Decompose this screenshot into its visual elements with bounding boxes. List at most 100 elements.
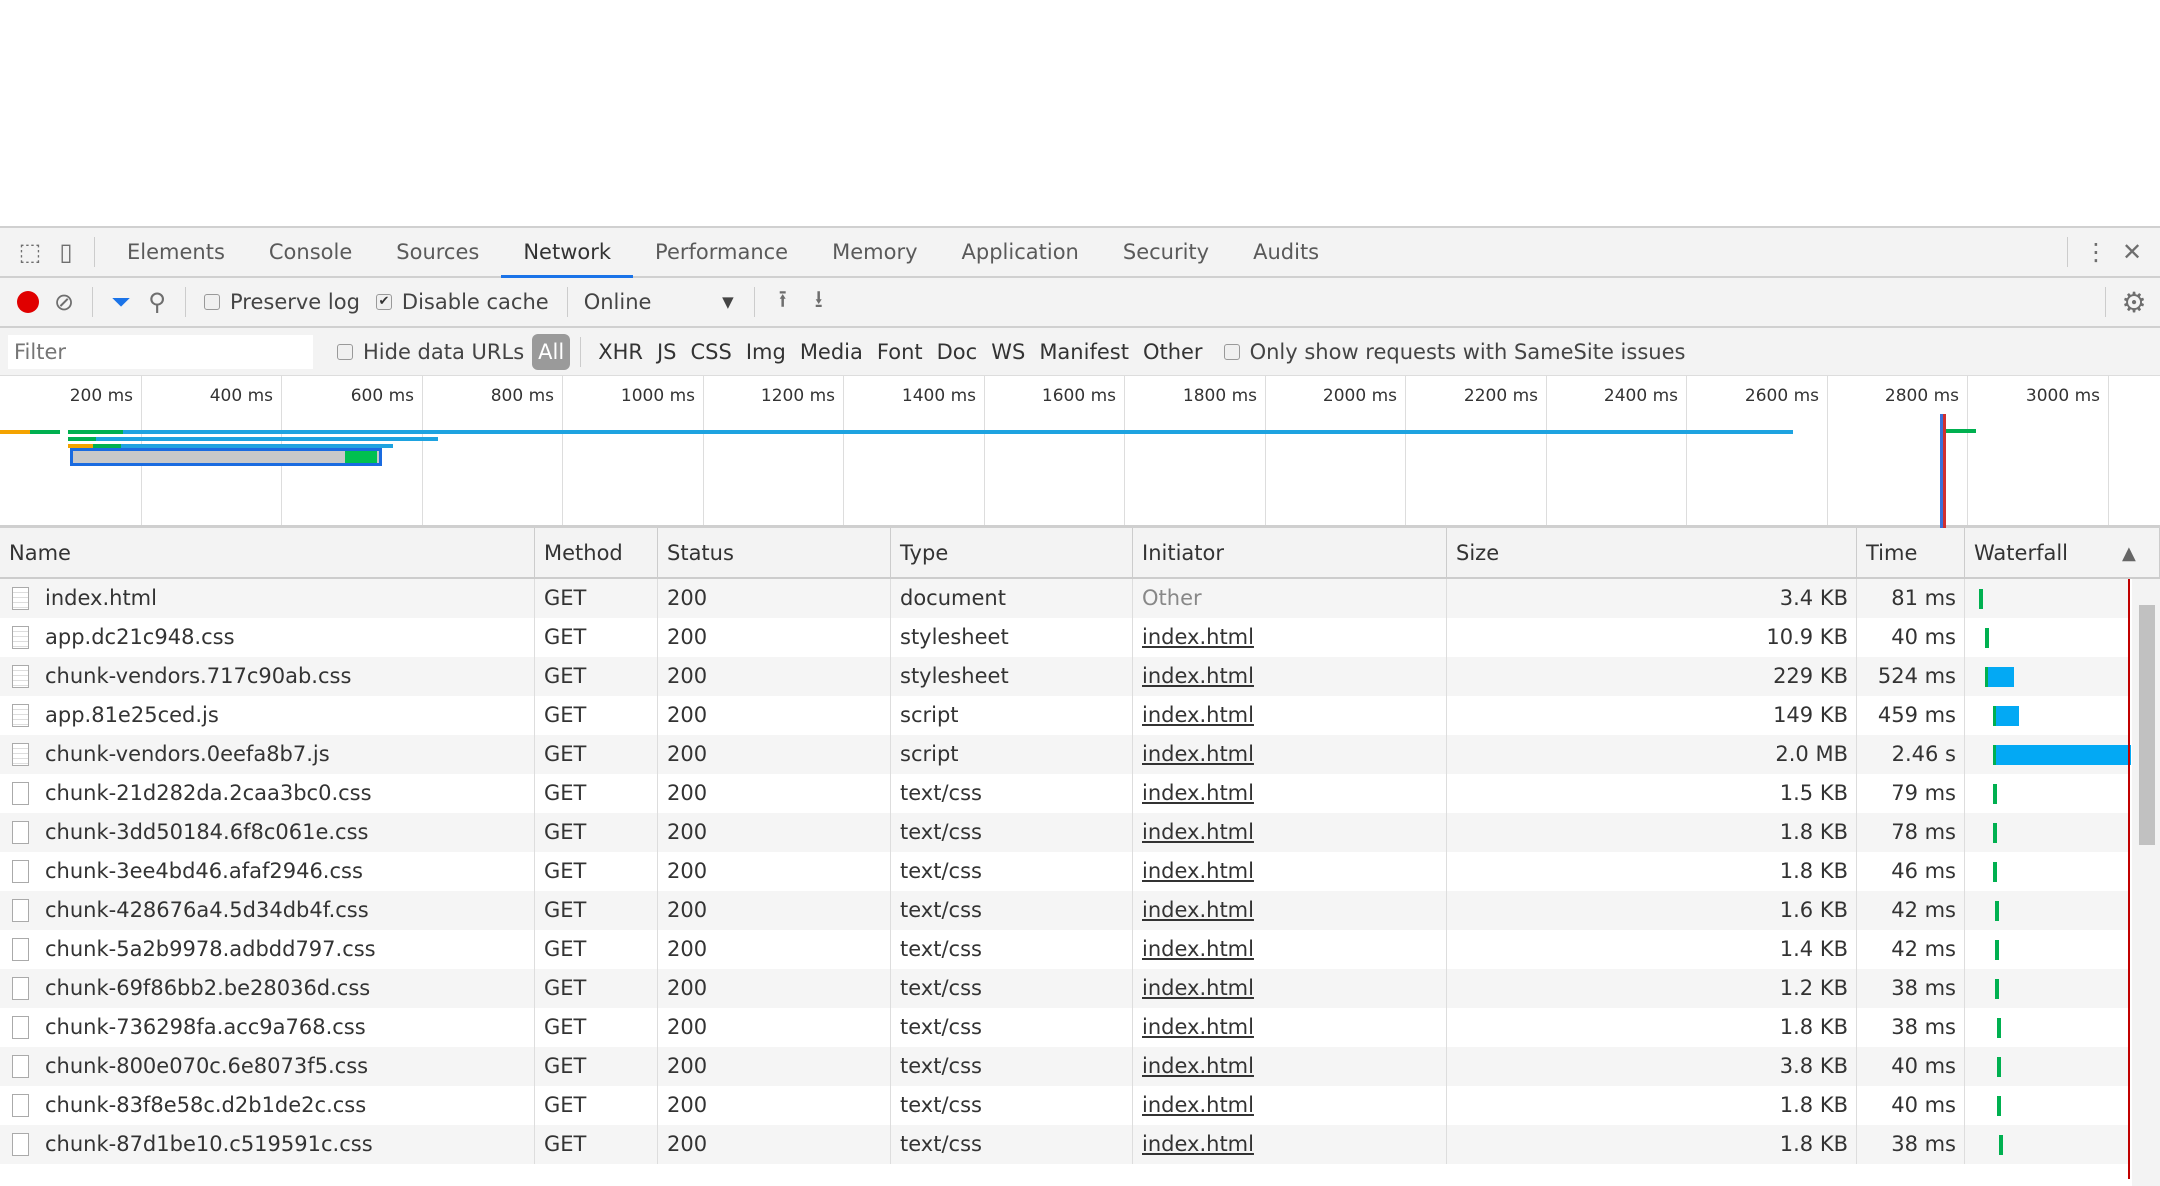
cell-initiator[interactable]: index.html bbox=[1133, 618, 1447, 657]
tab-console[interactable]: Console bbox=[247, 228, 374, 276]
initiator-text[interactable]: index.html bbox=[1142, 742, 1254, 766]
cell-initiator[interactable]: index.html bbox=[1133, 774, 1447, 813]
checkbox-box-checked[interactable]: ✔ bbox=[375, 294, 392, 310]
filter-type-manifest[interactable]: Manifest bbox=[1032, 340, 1136, 364]
clear-icon[interactable]: ⊘ bbox=[46, 284, 82, 320]
initiator-text[interactable]: index.html bbox=[1142, 1093, 1254, 1117]
filter-type-js[interactable]: JS bbox=[650, 340, 684, 364]
tab-elements[interactable]: Elements bbox=[105, 228, 247, 276]
table-row[interactable]: chunk-428676a4.5d34db4f.css GET 200 text/cs… bbox=[0, 891, 2130, 930]
table-row[interactable]: app.81e25ced.js GET 200 script index.html 149… bbox=[0, 696, 2130, 735]
cell-initiator[interactable]: index.html bbox=[1133, 735, 1447, 774]
sort-ascending-icon[interactable]: ▲ bbox=[2122, 528, 2136, 579]
initiator-text[interactable]: index.html bbox=[1142, 820, 1254, 844]
tab-application[interactable]: Application bbox=[940, 228, 1101, 276]
initiator-text[interactable]: index.html bbox=[1142, 703, 1254, 727]
time-text: 40 ms bbox=[1891, 625, 1956, 649]
import-har-icon[interactable]: ⭱ bbox=[765, 284, 801, 320]
initiator-text[interactable]: index.html bbox=[1142, 898, 1254, 922]
table-row[interactable]: chunk-vendors.0eefa8b7.js GET 200 script ind… bbox=[0, 735, 2131, 774]
initiator-text[interactable]: index.html bbox=[1142, 625, 1254, 649]
table-row[interactable]: chunk-21d282da.2caa3bc0.css GET 200 text/cs… bbox=[0, 774, 2130, 813]
search-icon[interactable]: ⚲ bbox=[139, 284, 175, 320]
device-toolbar-icon[interactable]: ▯ bbox=[48, 234, 84, 270]
table-row[interactable]: chunk-5a2b9978.adbdd797.css GET 200 text/cs… bbox=[0, 930, 2130, 969]
filter-type-img[interactable]: Img bbox=[739, 340, 793, 364]
checkbox-box[interactable] bbox=[1223, 343, 1240, 360]
tab-network[interactable]: Network bbox=[501, 228, 633, 278]
filter-type-xhr[interactable]: XHR bbox=[591, 340, 650, 364]
tab-security[interactable]: Security bbox=[1101, 228, 1231, 276]
filter-icon[interactable]: ⏷ bbox=[103, 284, 139, 320]
scrollbar-thumb[interactable] bbox=[2139, 605, 2155, 845]
close-icon[interactable]: ✕ bbox=[2114, 234, 2150, 270]
table-row[interactable]: app.dc21c948.css GET 200 stylesheet index.ht… bbox=[0, 618, 2130, 657]
cell-initiator[interactable]: index.html bbox=[1133, 1125, 1447, 1164]
initiator-text[interactable]: index.html bbox=[1142, 976, 1254, 1000]
column-header-status[interactable]: Status bbox=[658, 528, 891, 579]
preserve-log-checkbox[interactable]: Preserve log bbox=[204, 290, 360, 314]
table-row[interactable]: chunk-3dd50184.6f8c061e.css GET 200 text/cs… bbox=[0, 813, 2130, 852]
column-header-size[interactable]: Size bbox=[1447, 528, 1857, 579]
initiator-text[interactable]: index.html bbox=[1142, 937, 1254, 961]
initiator-text[interactable]: index.html bbox=[1142, 1015, 1254, 1039]
table-row[interactable]: chunk-800e070c.6e8073f5.css GET 200 text/cs… bbox=[0, 1047, 2130, 1086]
name-text: app.81e25ced.js bbox=[45, 703, 219, 727]
tab-memory[interactable]: Memory bbox=[810, 228, 939, 276]
column-header-name[interactable]: Name bbox=[0, 528, 535, 579]
table-row[interactable]: index.html GET 200 document Other 3.4 KB 81 ms bbox=[0, 579, 2130, 618]
filter-type-all[interactable]: All bbox=[532, 333, 571, 370]
filter-type-ws[interactable]: WS bbox=[984, 340, 1032, 364]
tab-sources[interactable]: Sources bbox=[374, 228, 501, 276]
column-header-initiator[interactable]: Initiator bbox=[1133, 528, 1447, 579]
export-har-icon[interactable]: ⭳ bbox=[801, 284, 837, 320]
table-row[interactable]: chunk-3ee4bd46.afaf2946.css GET 200 text/cs… bbox=[0, 852, 2130, 891]
table-row[interactable]: chunk-vendors.717c90ab.css GET 200 styleshe… bbox=[0, 657, 2130, 696]
cell-initiator[interactable]: index.html bbox=[1133, 891, 1447, 930]
cell-initiator[interactable]: index.html bbox=[1133, 696, 1447, 735]
cell-status: 200 bbox=[658, 1125, 891, 1164]
tab-audits[interactable]: Audits bbox=[1231, 228, 1341, 276]
column-header-time[interactable]: Time bbox=[1857, 528, 1965, 579]
table-row[interactable]: chunk-736298fa.acc9a768.css GET 200 text/cs… bbox=[0, 1008, 2130, 1047]
initiator-text[interactable]: index.html bbox=[1142, 1132, 1254, 1156]
network-overview-timeline[interactable]: 200 ms 400 ms 600 ms 800 ms 1000 ms 1200 ms 14… bbox=[0, 376, 2160, 528]
hide-data-urls-checkbox[interactable]: Hide data URLs bbox=[337, 340, 524, 364]
table-row[interactable]: chunk-83f8e58c.d2b1de2c.css GET 200 text/cs… bbox=[0, 1086, 2130, 1125]
filter-type-css[interactable]: CSS bbox=[684, 340, 739, 364]
disable-cache-checkbox[interactable]: ✔ Disable cache bbox=[375, 290, 549, 314]
initiator-text[interactable]: index.html bbox=[1142, 1054, 1254, 1078]
filter-type-doc[interactable]: Doc bbox=[930, 340, 985, 364]
cell-initiator[interactable]: index.html bbox=[1133, 813, 1447, 852]
column-header-method[interactable]: Method bbox=[535, 528, 658, 579]
cell-initiator[interactable]: index.html bbox=[1133, 852, 1447, 891]
checkbox-box[interactable] bbox=[204, 294, 220, 310]
cell-initiator[interactable]: index.html bbox=[1133, 1008, 1447, 1047]
initiator-text[interactable]: index.html bbox=[1142, 664, 1254, 688]
table-row[interactable]: chunk-87d1be10.c519591c.css GET 200 text/cs… bbox=[0, 1125, 2130, 1164]
column-header-type[interactable]: Type bbox=[891, 528, 1133, 579]
inspect-element-icon[interactable]: ⬚ bbox=[12, 234, 48, 270]
type-text: text/css bbox=[900, 1093, 982, 1117]
throttling-select[interactable]: Online ▼ bbox=[584, 290, 734, 314]
cell-initiator[interactable]: index.html bbox=[1133, 657, 1447, 696]
more-options-icon[interactable]: ⋮ bbox=[2078, 234, 2114, 270]
tab-performance[interactable]: Performance bbox=[633, 228, 810, 276]
samesite-checkbox[interactable]: Only show requests with SameSite issues bbox=[1223, 340, 1685, 364]
filter-type-other[interactable]: Other bbox=[1136, 340, 1210, 364]
filter-type-media[interactable]: Media bbox=[793, 340, 870, 364]
cell-type: text/css bbox=[891, 1047, 1133, 1086]
initiator-text[interactable]: index.html bbox=[1142, 859, 1254, 883]
initiator-text[interactable]: index.html bbox=[1142, 781, 1254, 805]
cell-initiator[interactable]: index.html bbox=[1133, 930, 1447, 969]
cell-initiator[interactable]: index.html bbox=[1133, 1047, 1447, 1086]
checkbox-box[interactable] bbox=[337, 343, 353, 360]
filter-type-font[interactable]: Font bbox=[870, 340, 930, 364]
cell-initiator[interactable]: index.html bbox=[1133, 1086, 1447, 1125]
gear-icon[interactable]: ⚙ bbox=[2116, 284, 2152, 320]
cell-initiator[interactable]: index.html bbox=[1133, 969, 1447, 1008]
scrollbar[interactable] bbox=[2132, 579, 2160, 1186]
filter-input[interactable] bbox=[8, 334, 313, 369]
table-row[interactable]: chunk-69f86bb2.be28036d.css GET 200 text/cs… bbox=[0, 969, 2130, 1008]
record-button[interactable] bbox=[10, 284, 46, 320]
